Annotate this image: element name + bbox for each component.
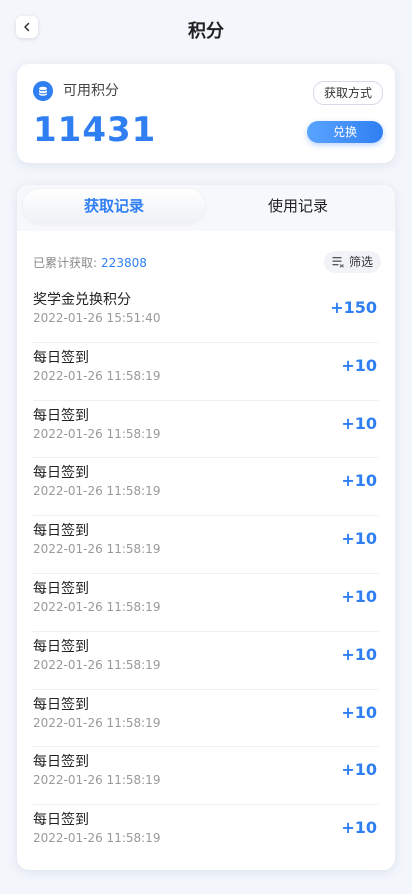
records-list: 奖学金兑换积分 2022-01-26 15:51:40 +150 每日签到 2022-0… <box>33 285 379 863</box>
record-time: 2022-01-26 11:58:19 <box>33 542 161 557</box>
record-title: 每日签到 <box>33 580 89 597</box>
record-time: 2022-01-26 15:51:40 <box>33 311 161 325</box>
record-title: 每日签到 <box>33 754 89 771</box>
record-amount: +10 <box>341 413 377 433</box>
record-time: 2022-01-26 11:58:19 <box>33 368 161 383</box>
records-card: 获取记录 使用记录 已累计获取: 223808 筛选 奖学金兑换积分 2022-01… <box>17 185 395 870</box>
tab-obtain-records[interactable]: 获取记录 <box>23 189 205 223</box>
record-row[interactable]: 每日签到 2022-01-26 11:58:19 +10 <box>33 574 379 632</box>
filter-button[interactable]: 筛选 <box>323 251 381 273</box>
points-card: 可用积分 11431 获取方式 兑换 <box>17 64 395 163</box>
cumulative-label: 已累计获取: <box>33 256 98 270</box>
record-time: 2022-01-26 11:58:19 <box>33 715 161 730</box>
record-row[interactable]: 每日签到 2022-01-26 11:58:19 +10 <box>33 805 379 863</box>
record-amount: +10 <box>341 355 377 375</box>
record-amount: +10 <box>341 644 377 664</box>
record-amount: +150 <box>330 298 377 317</box>
record-tabs: 获取记录 使用记录 <box>17 185 395 231</box>
record-title: 每日签到 <box>33 349 89 366</box>
record-title: 每日签到 <box>33 523 89 540</box>
record-title: 每日签到 <box>33 812 89 829</box>
available-points-label: 可用积分 <box>63 83 119 99</box>
cumulative-value: 223808 <box>101 256 147 270</box>
available-points-value: 11431 <box>33 110 157 150</box>
obtain-method-button[interactable]: 获取方式 <box>312 81 383 105</box>
filter-icon <box>332 257 344 268</box>
record-title: 每日签到 <box>33 465 89 482</box>
record-row[interactable]: 每日签到 2022-01-26 11:58:19 +10 <box>33 747 379 806</box>
exchange-button[interactable]: 兑换 <box>307 121 383 143</box>
record-amount: +10 <box>341 471 377 491</box>
cumulative-summary: 已累计获取: 223808 <box>33 255 147 271</box>
record-time: 2022-01-26 11:58:19 <box>33 773 161 788</box>
coin-icon <box>33 81 53 101</box>
record-title: 每日签到 <box>33 638 89 655</box>
record-time: 2022-01-26 11:58:19 <box>33 599 161 614</box>
record-row[interactable]: 每日签到 2022-01-26 11:58:19 +10 <box>33 632 379 690</box>
record-row[interactable]: 每日签到 2022-01-26 11:58:19 +10 <box>33 343 379 401</box>
record-amount: +10 <box>341 818 377 838</box>
record-amount: +10 <box>341 529 377 549</box>
record-row[interactable]: 奖学金兑换积分 2022-01-26 15:51:40 +150 <box>33 285 379 343</box>
record-time: 2022-01-26 11:58:19 <box>33 484 161 499</box>
page-title: 积分 <box>188 21 224 42</box>
record-row[interactable]: 每日签到 2022-01-26 11:58:19 +10 <box>33 401 379 459</box>
record-title: 奖学金兑换积分 <box>33 292 131 308</box>
record-time: 2022-01-26 11:58:19 <box>33 426 161 441</box>
record-time: 2022-01-26 11:58:19 <box>33 831 161 846</box>
record-title: 每日签到 <box>33 696 89 713</box>
record-amount: +10 <box>341 702 377 722</box>
record-title: 每日签到 <box>33 407 89 424</box>
record-row[interactable]: 每日签到 2022-01-26 11:58:19 +10 <box>33 690 379 748</box>
record-time: 2022-01-26 11:58:19 <box>33 657 161 672</box>
filter-label: 筛选 <box>348 255 373 269</box>
record-amount: +10 <box>341 586 377 606</box>
record-row[interactable]: 每日签到 2022-01-26 11:58:19 +10 <box>33 516 379 574</box>
record-row[interactable]: 每日签到 2022-01-26 11:58:19 +10 <box>33 458 379 517</box>
record-amount: +10 <box>341 760 377 780</box>
header: 积分 <box>0 0 412 58</box>
tab-usage-records[interactable]: 使用记录 <box>207 189 389 223</box>
